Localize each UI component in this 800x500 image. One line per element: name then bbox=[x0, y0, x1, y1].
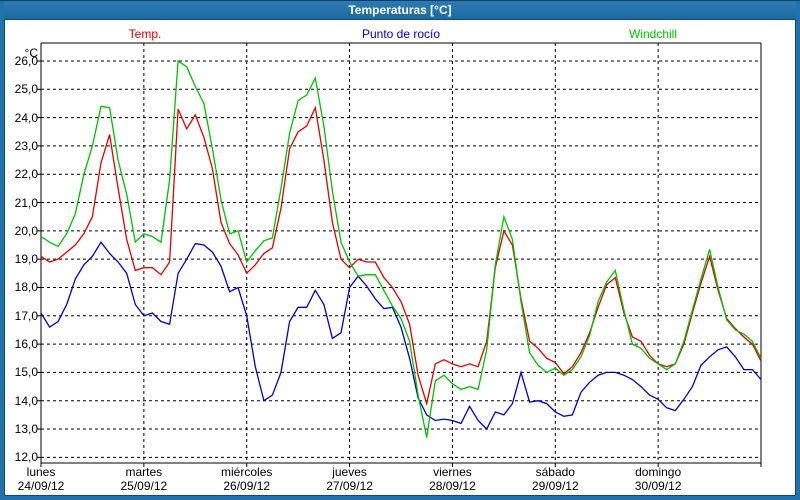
app-window: Temperaturas [°C] Temp.Punto de rocíoWin… bbox=[0, 0, 800, 500]
chart-panel: Temp.Punto de rocíoWindchill °C 26,025,0… bbox=[4, 19, 796, 496]
day-date: 29/09/12 bbox=[510, 479, 600, 493]
day-name: lunes bbox=[4, 465, 86, 479]
x-day-label: sábado29/09/12 bbox=[510, 465, 600, 493]
day-name: viernes bbox=[407, 465, 497, 479]
x-day-label: jueves27/09/12 bbox=[305, 465, 395, 493]
day-date: 25/09/12 bbox=[99, 479, 189, 493]
x-day-label: martes25/09/12 bbox=[99, 465, 189, 493]
temperature-chart bbox=[5, 20, 796, 496]
day-name: sábado bbox=[510, 465, 600, 479]
x-day-label: viernes28/09/12 bbox=[407, 465, 497, 493]
window-title: Temperaturas [°C] bbox=[348, 3, 451, 17]
day-date: 30/09/12 bbox=[613, 479, 703, 493]
x-day-label: domingo30/09/12 bbox=[613, 465, 703, 493]
day-name: domingo bbox=[613, 465, 703, 479]
x-day-label: miércoles26/09/12 bbox=[202, 465, 292, 493]
title-bar: Temperaturas [°C] bbox=[4, 1, 796, 19]
day-date: 26/09/12 bbox=[202, 479, 292, 493]
day-date: 24/09/12 bbox=[4, 479, 86, 493]
day-name: jueves bbox=[305, 465, 395, 479]
day-date: 27/09/12 bbox=[305, 479, 395, 493]
day-date: 28/09/12 bbox=[407, 479, 497, 493]
day-name: martes bbox=[99, 465, 189, 479]
x-day-label: lunes24/09/12 bbox=[4, 465, 86, 493]
day-name: miércoles bbox=[202, 465, 292, 479]
series-line-temp- bbox=[41, 108, 761, 404]
